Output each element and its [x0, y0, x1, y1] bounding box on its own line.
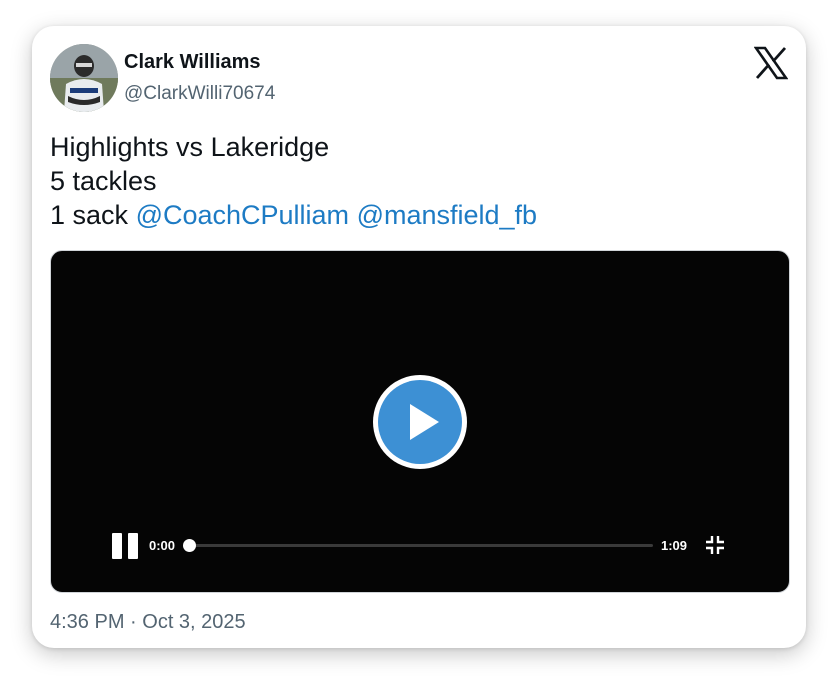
progress-bar[interactable]	[183, 539, 653, 552]
tweet-line-3-text: 1 sack	[50, 200, 129, 230]
author-avatar[interactable]	[50, 44, 118, 112]
author-name[interactable]: Clark Williams	[124, 51, 261, 74]
pause-icon-bar-right	[128, 533, 138, 559]
author-handle[interactable]: @ClarkWilli70674	[124, 83, 275, 105]
exit-fullscreen-button[interactable]	[705, 535, 725, 555]
exit-fullscreen-icon	[706, 536, 724, 554]
total-time: 1:09	[661, 538, 688, 553]
mention-link-coach[interactable]: @CoachCPulliam	[136, 200, 349, 230]
x-logo-icon[interactable]	[753, 46, 789, 80]
tweet-text: Highlights vs Lakeridge 5 tackles 1 sack…	[50, 130, 537, 232]
current-time: 0:00	[149, 538, 176, 553]
tweet-line-2: 5 tackles	[50, 166, 157, 196]
play-button[interactable]	[373, 375, 467, 469]
tweet-line-3: 1 sack @CoachCPulliam @mansfield_fb	[50, 198, 537, 232]
mention-link-mansfield[interactable]: @mansfield_fb	[357, 200, 538, 230]
play-icon	[410, 404, 439, 440]
tweet-line-1: Highlights vs Lakeridge	[50, 132, 330, 162]
tweet-timestamp[interactable]: 4:36 PM · Oct 3, 2025	[50, 611, 246, 634]
pause-button[interactable]	[112, 533, 140, 559]
video-player[interactable]: 0:00 1:09	[50, 250, 790, 593]
progress-thumb[interactable]	[183, 539, 196, 552]
tweet-card: Clark Williams @ClarkWilli70674 Highligh…	[32, 26, 806, 648]
pause-icon-bar-left	[112, 533, 122, 559]
